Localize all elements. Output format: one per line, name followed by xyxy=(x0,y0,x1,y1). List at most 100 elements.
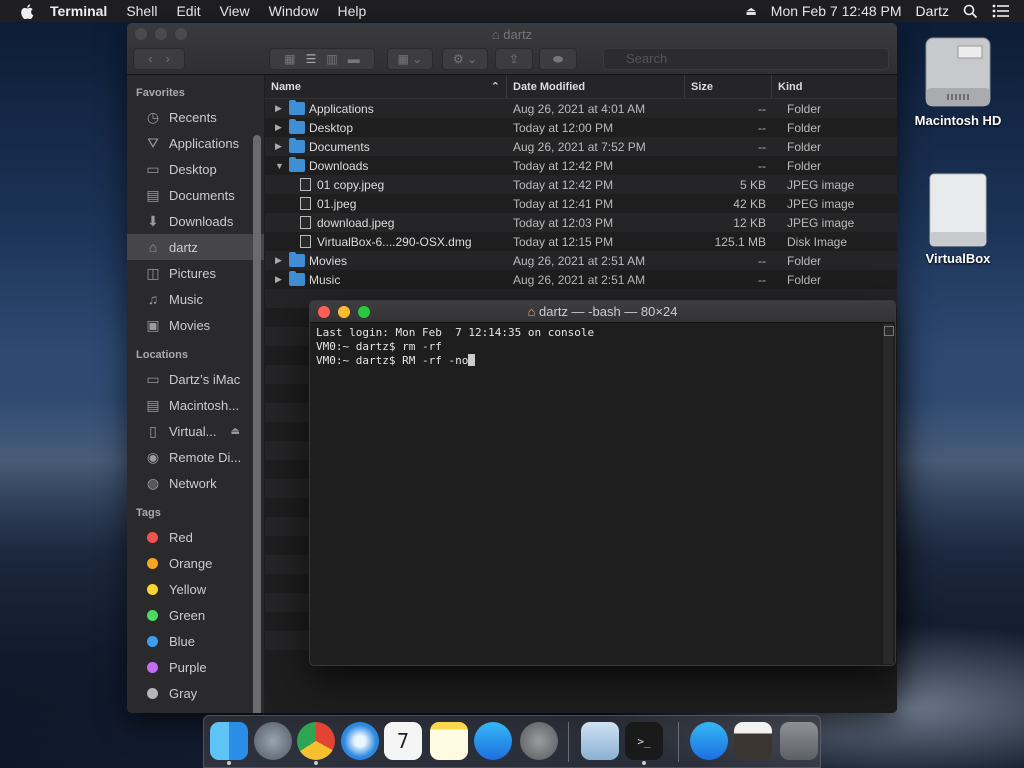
terminal-icon[interactable]: >_ xyxy=(625,722,663,760)
group-icon[interactable]: ▦ ⌄ xyxy=(398,52,423,66)
table-row[interactable]: download.jpeg Today at 12:03 PM 12 KB JPEG … xyxy=(265,213,897,232)
sidebar-scrollbar[interactable] xyxy=(253,135,261,713)
share-icon[interactable]: ⇪ xyxy=(509,52,519,66)
column-date-header[interactable]: Date Modified xyxy=(507,75,685,98)
gear-icon[interactable]: ⚙ ⌄ xyxy=(453,52,477,66)
sidebar-item-applications[interactable]: ⛛ Applications xyxy=(127,130,264,156)
sidebar-item-documents[interactable]: ▤ Documents xyxy=(127,182,264,208)
sidebar-item-movies[interactable]: ▣ Movies xyxy=(127,312,264,338)
sidebar-item-music[interactable]: ♫ Music xyxy=(127,286,264,312)
menu-terminal[interactable]: Terminal xyxy=(50,3,107,19)
share-button[interactable]: ⇪ xyxy=(495,48,533,70)
photo-icon[interactable] xyxy=(734,722,772,760)
sidebar-location-dartz-s-imac[interactable]: ▭ Dartz’s iMac xyxy=(127,366,264,392)
table-row[interactable]: VirtualBox-6....290-OSX.dmg Today at 12:1… xyxy=(265,232,897,251)
sidebar-item-label: Virtual... xyxy=(169,423,217,439)
minimize-button[interactable] xyxy=(338,306,350,318)
compass-icon[interactable] xyxy=(341,722,379,760)
column-name-header[interactable]: Name ⌃ xyxy=(265,75,507,98)
sidebar-item-downloads[interactable]: ⬇ Downloads xyxy=(127,208,264,234)
disclosure-closed-icon[interactable]: ▶ xyxy=(275,141,287,152)
group-button[interactable]: ▦ ⌄ xyxy=(387,48,433,70)
search-input[interactable]: Search xyxy=(603,48,889,70)
tag-icon[interactable]: ⬬ xyxy=(553,52,563,67)
sidebar-location-virtual[interactable]: ▯ Virtual... ⏏ xyxy=(127,418,264,444)
disclosure-open-icon[interactable]: ▼ xyxy=(275,161,287,171)
table-row[interactable]: ▶ Applications Aug 26, 2021 at 4:01 AM -- Fo… xyxy=(265,99,897,118)
column-size-header[interactable]: Size xyxy=(685,75,772,98)
table-row[interactable]: ▼ Downloads Today at 12:42 PM -- Folder xyxy=(265,156,897,175)
sidebar-location-macintosh[interactable]: ▤ Macintosh... xyxy=(127,392,264,418)
eject-icon[interactable]: ⏏ xyxy=(745,4,756,18)
tag-yellow[interactable]: Yellow xyxy=(127,576,264,602)
app-store-icon[interactable] xyxy=(474,722,512,760)
tags-button[interactable]: ⬬ xyxy=(539,48,577,70)
file-name: 01.jpeg xyxy=(317,196,357,211)
chevron-left-icon[interactable]: ‹ xyxy=(148,52,152,66)
column-view-icon[interactable]: ▥ xyxy=(326,52,337,66)
action-button[interactable]: ⚙ ⌄ xyxy=(442,48,488,70)
sidebar-location-network[interactable]: ◍ Network xyxy=(127,470,264,496)
list-view-icon[interactable]: ☰ xyxy=(306,52,317,66)
tag-purple[interactable]: Purple xyxy=(127,654,264,680)
preview-icon[interactable] xyxy=(581,722,619,760)
menu-help[interactable]: Help xyxy=(337,3,366,19)
desktop-icon-macintosh-hd[interactable]: Macintosh HD xyxy=(906,34,1010,128)
terminal-window[interactable]: ⌂ dartz — -bash — 80×24 Last login: Mon … xyxy=(309,300,896,666)
column-kind-header[interactable]: Kind xyxy=(772,75,897,98)
gallery-view-icon[interactable]: ▬ xyxy=(348,52,360,66)
calendar-icon[interactable]: 7 xyxy=(384,722,422,760)
terminal-prompt-line: VM0:~ dartz$ RM -rf -no xyxy=(316,354,889,368)
disclosure-closed-icon[interactable]: ▶ xyxy=(275,103,287,114)
sidebar-item-desktop[interactable]: ▭ Desktop xyxy=(127,156,264,182)
terminal-scrollbar[interactable] xyxy=(883,324,894,664)
sidebar-location-remote-di[interactable]: ◉ Remote Di... xyxy=(127,444,264,470)
tag-green[interactable]: Green xyxy=(127,602,264,628)
back-forward-buttons[interactable]: ‹ › xyxy=(133,48,185,70)
table-row[interactable]: 01 copy.jpeg Today at 12:42 PM 5 KB JPEG im… xyxy=(265,175,897,194)
eject-icon[interactable]: ⏏ xyxy=(230,426,239,437)
icon-view-icon[interactable]: ▦ xyxy=(284,52,295,66)
cell-size: -- xyxy=(758,139,766,154)
chevron-right-icon[interactable]: › xyxy=(166,52,170,66)
zoom-button[interactable] xyxy=(358,306,370,318)
sidebar-item-dartz[interactable]: ⌂ dartz xyxy=(127,234,264,260)
menu-clock[interactable]: Mon Feb 7 12:48 PM xyxy=(771,3,902,19)
table-row[interactable]: ▶ Music Aug 26, 2021 at 2:51 AM -- Folder xyxy=(265,270,897,289)
table-row[interactable]: ▶ Movies Aug 26, 2021 at 2:51 AM -- Folder xyxy=(265,251,897,270)
menu-view[interactable]: View xyxy=(220,3,250,19)
table-row[interactable]: ▶ Desktop Today at 12:00 PM -- Folder xyxy=(265,118,897,137)
search-icon[interactable] xyxy=(963,4,978,19)
view-mode-buttons[interactable]: ▦ ☰ ▥ ▬ xyxy=(269,48,375,70)
disclosure-closed-icon[interactable]: ▶ xyxy=(275,274,287,285)
menu-shell[interactable]: Shell xyxy=(126,3,157,19)
app-store-icon[interactable] xyxy=(690,722,728,760)
terminal-titlebar[interactable]: ⌂ dartz — -bash — 80×24 xyxy=(310,301,895,323)
menu-window[interactable]: Window xyxy=(269,3,319,19)
tag-orange[interactable]: Orange xyxy=(127,550,264,576)
control-center-icon[interactable] xyxy=(992,4,1010,18)
gear-icon[interactable] xyxy=(520,722,558,760)
chrome-icon[interactable] xyxy=(297,722,335,760)
sidebar-item-recents[interactable]: ◷ Recents xyxy=(127,104,264,130)
table-row[interactable]: 01.jpeg Today at 12:41 PM 42 KB JPEG image xyxy=(265,194,897,213)
tag-red[interactable]: Red xyxy=(127,524,264,550)
rocket-icon[interactable] xyxy=(254,722,292,760)
tag-gray[interactable]: Gray xyxy=(127,680,264,706)
sidebar-item-pictures[interactable]: ◫ Pictures xyxy=(127,260,264,286)
file-icon xyxy=(300,216,311,229)
tag-blue[interactable]: Blue xyxy=(127,628,264,654)
finder-icon[interactable] xyxy=(210,722,248,760)
table-row[interactable]: ▶ Documents Aug 26, 2021 at 7:52 PM -- Folde… xyxy=(265,137,897,156)
close-button[interactable] xyxy=(318,306,330,318)
disclosure-closed-icon[interactable]: ▶ xyxy=(275,255,287,266)
notes-icon[interactable] xyxy=(430,722,468,760)
desktop-icon-virtualbox[interactable]: VirtualBox xyxy=(906,172,1010,266)
menu-edit[interactable]: Edit xyxy=(176,3,200,19)
menu-user[interactable]: Dartz xyxy=(916,3,949,19)
apple-icon[interactable] xyxy=(20,3,34,19)
column-headers: Name ⌃ Date Modified Size Kind xyxy=(265,75,897,99)
disclosure-closed-icon[interactable]: ▶ xyxy=(275,122,287,133)
terminal-output[interactable]: Last login: Mon Feb 7 12:14:35 on consol… xyxy=(310,323,895,371)
trash-icon[interactable] xyxy=(780,722,818,760)
